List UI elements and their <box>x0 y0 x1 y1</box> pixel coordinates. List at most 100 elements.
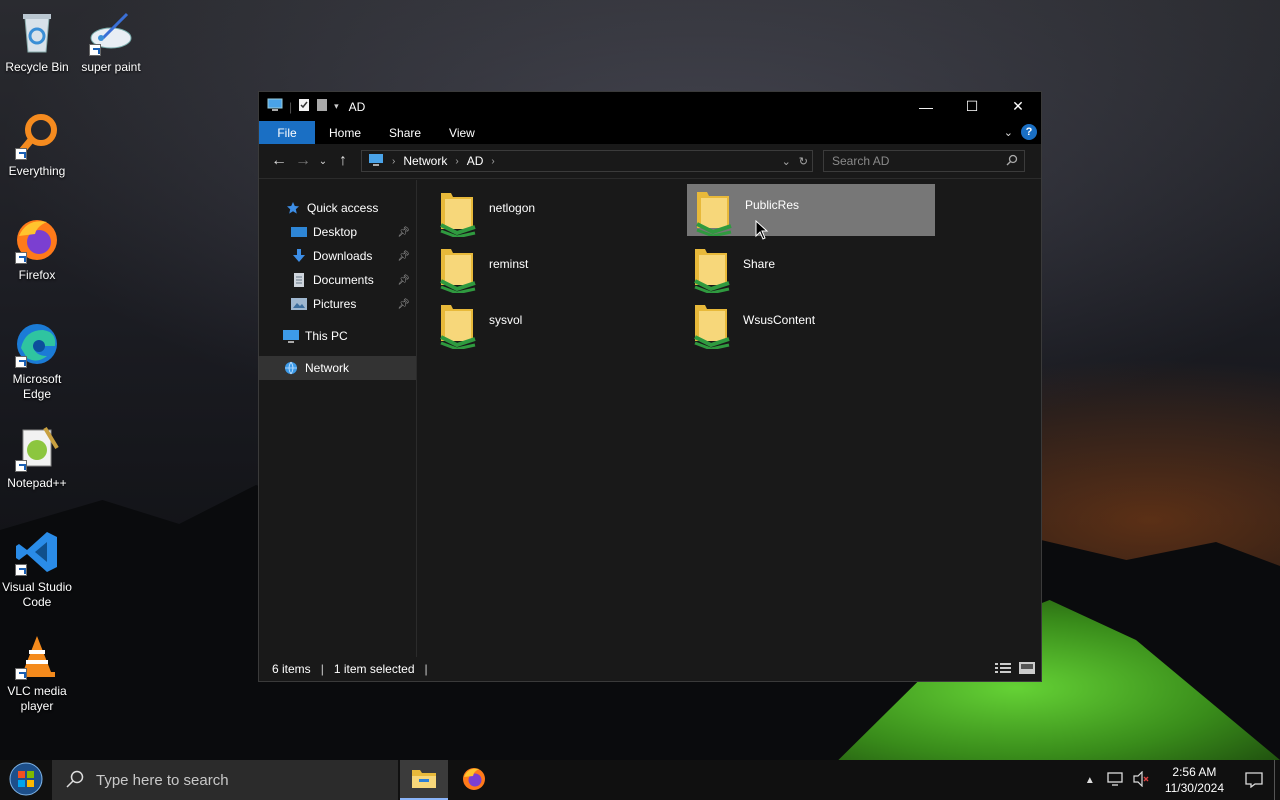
sidebar-item-documents[interactable]: Documents 📌︎ <box>259 268 416 292</box>
properties-icon[interactable] <box>298 98 310 115</box>
navigation-pane: Quick access Desktop 📌︎ Downloads 📌︎ Doc… <box>259 180 417 657</box>
customize-qat-icon[interactable]: ▾ <box>334 101 339 112</box>
arrow-up-icon: ↑ <box>339 152 347 169</box>
expand-ribbon-icon[interactable]: ⌄ <box>1004 126 1013 139</box>
desktop-icon-vscode[interactable]: Visual Studio Code <box>0 528 74 610</box>
download-icon <box>291 248 307 264</box>
windows-logo-icon <box>9 762 43 799</box>
network-share-folder[interactable]: WsusContent <box>685 299 933 351</box>
title-bar[interactable]: | ▾ AD — ☐ ✕ <box>259 92 1041 121</box>
desktop-icon-label: Everything <box>8 164 66 178</box>
breadcrumb-ad[interactable]: AD <box>467 154 484 168</box>
help-button[interactable]: ? <box>1021 124 1037 140</box>
mouse-cursor-icon <box>755 219 769 243</box>
ribbon-tabs: File Home Share View ⌄ ? <box>259 121 1041 144</box>
address-dropdown-icon[interactable]: ⌄ <box>782 155 791 168</box>
quick-access-toolbar: | ▾ <box>267 98 339 115</box>
sidebar-item-desktop[interactable]: Desktop 📌︎ <box>259 220 416 244</box>
pin-icon[interactable]: 📌︎ <box>397 275 410 286</box>
folder-view[interactable]: netlogon PublicRes reminst Share sysvol … <box>417 180 1041 657</box>
minimize-button[interactable]: — <box>903 92 949 121</box>
notification-center-icon[interactable] <box>1234 772 1274 788</box>
desktop-icon-edge[interactable]: Microsoft Edge <box>0 320 74 402</box>
sidebar-item-quick-access[interactable]: Quick access <box>259 196 416 220</box>
taskbar-search-box[interactable]: Type here to search <box>52 760 398 800</box>
tab-file[interactable]: File <box>259 121 315 144</box>
shared-folder-icon <box>437 189 481 239</box>
folder-name: netlogon <box>489 201 536 215</box>
desktop-icon <box>291 224 307 240</box>
desktop-icon-everything[interactable]: Everything <box>0 112 74 179</box>
search-icon <box>66 770 84 791</box>
details-view-icon[interactable] <box>995 662 1011 677</box>
folder-name: Share <box>743 257 776 271</box>
paint-icon <box>87 8 135 56</box>
network-share-folder[interactable]: sysvol <box>431 299 679 351</box>
taskbar-firefox[interactable] <box>450 760 498 800</box>
recent-locations-button[interactable]: ⌄ <box>315 149 331 173</box>
status-bar: 6 items | 1 item selected | <box>259 657 1041 681</box>
shortcut-arrow-icon <box>15 668 27 680</box>
start-button[interactable] <box>0 760 52 800</box>
desktop-icon-vlc[interactable]: VLC media player <box>0 632 74 714</box>
tab-home[interactable]: Home <box>315 121 375 144</box>
desktop-icon-firefox[interactable]: Firefox <box>0 216 74 283</box>
document-icon <box>291 272 307 288</box>
close-button[interactable]: ✕ <box>995 92 1041 121</box>
network-share-folder[interactable]: PublicRes <box>687 184 935 238</box>
up-button[interactable]: ↑ <box>331 149 355 173</box>
sidebar-item-this-pc[interactable]: This PC <box>259 324 416 348</box>
volume-muted-icon[interactable] <box>1133 770 1151 790</box>
forward-button[interactable]: → <box>291 149 315 173</box>
search-box[interactable] <box>823 150 1025 172</box>
status-divider: | <box>424 662 428 676</box>
shortcut-arrow-icon <box>89 44 101 56</box>
taskbar: Type here to search ▲ 2:56 AM 11/30/2024 <box>0 760 1280 800</box>
show-hidden-icons-icon[interactable]: ▲ <box>1085 775 1095 786</box>
pin-icon[interactable]: 📌︎ <box>397 251 410 262</box>
sidebar-item-pictures[interactable]: Pictures 📌︎ <box>259 292 416 316</box>
tab-view[interactable]: View <box>435 121 489 144</box>
desktop-icon-label: Notepad++ <box>7 476 67 490</box>
back-button[interactable]: ← <box>267 149 291 173</box>
folder-name: sysvol <box>489 313 523 327</box>
file-explorer-window[interactable]: | ▾ AD — ☐ ✕ File Home Share View ⌄ ? ← <box>258 91 1042 682</box>
sidebar-item-label: Pictures <box>313 297 357 311</box>
network-location-icon <box>368 153 384 170</box>
desktop-icon-notepadpp[interactable]: Notepad++ <box>0 424 74 491</box>
sidebar-item-label: This PC <box>305 329 348 343</box>
pin-icon[interactable]: 📌︎ <box>397 299 410 310</box>
pin-icon[interactable]: 📌︎ <box>397 227 410 238</box>
folder-name: WsusContent <box>743 313 816 327</box>
sidebar-item-network[interactable]: Network <box>259 356 416 380</box>
sidebar-item-downloads[interactable]: Downloads 📌︎ <box>259 244 416 268</box>
pictures-icon <box>291 296 307 312</box>
desktop-icon-recycle-bin[interactable]: Recycle Bin <box>0 8 74 75</box>
folder-name: reminst <box>489 257 529 271</box>
shared-folder-icon <box>691 245 735 295</box>
network-share-folder[interactable]: netlogon <box>431 187 679 239</box>
taskbar-clock[interactable]: 2:56 AM 11/30/2024 <box>1165 764 1224 796</box>
firefox-icon <box>13 216 61 264</box>
show-desktop-button[interactable] <box>1274 760 1280 800</box>
taskbar-file-explorer[interactable] <box>400 760 448 800</box>
desktop-icon-label: Firefox <box>18 268 56 282</box>
system-tray: ▲ 2:56 AM 11/30/2024 <box>1085 760 1280 800</box>
desktop-icon-super-paint[interactable]: super paint <box>74 8 148 75</box>
maximize-button[interactable]: ☐ <box>949 92 995 121</box>
navigation-bar: ← → ⌄ ↑ › Network › AD › ⌄ ↻ <box>259 144 1041 179</box>
breadcrumb-network[interactable]: Network <box>403 154 447 168</box>
network-share-folder[interactable]: Share <box>685 243 933 295</box>
vlc-icon <box>13 632 61 680</box>
new-folder-icon[interactable] <box>316 98 328 115</box>
address-bar[interactable]: › Network › AD › ⌄ ↻ <box>361 150 813 172</box>
tab-share[interactable]: Share <box>375 121 435 144</box>
large-icons-view-icon[interactable] <box>1019 661 1035 677</box>
network-share-folder[interactable]: reminst <box>431 243 679 295</box>
search-input[interactable] <box>832 154 1002 168</box>
shortcut-arrow-icon <box>15 356 27 368</box>
shared-folder-icon <box>691 301 735 351</box>
sidebar-item-label: Quick access <box>307 201 379 215</box>
refresh-icon[interactable]: ↻ <box>799 155 808 168</box>
network-status-icon[interactable] <box>1107 771 1125 790</box>
